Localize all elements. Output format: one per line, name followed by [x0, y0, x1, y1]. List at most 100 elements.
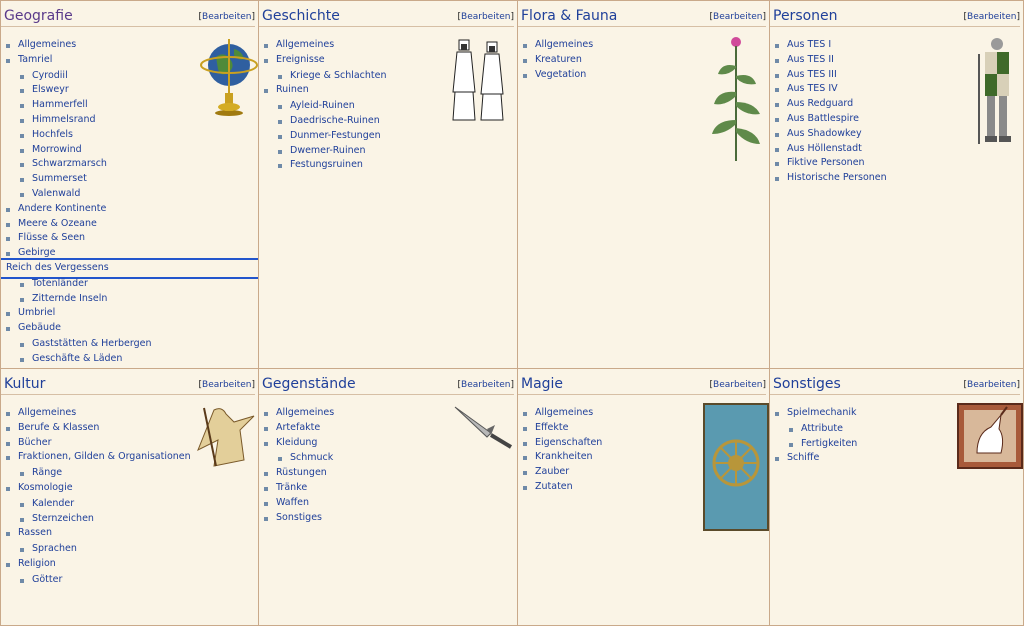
bullet-icon	[6, 222, 10, 227]
category-link[interactable]: Morrowind	[32, 144, 82, 155]
bullet-icon	[20, 502, 24, 507]
category-link[interactable]: Sprachen	[32, 543, 77, 554]
edit-link[interactable]: [Bearbeiten]	[710, 12, 766, 22]
bullet-icon	[20, 118, 24, 123]
bullet-icon	[6, 252, 10, 257]
edit-link[interactable]: [Bearbeiten]	[964, 380, 1020, 390]
category-link[interactable]: Aus TES I	[787, 39, 831, 50]
category-link[interactable]: Berufe & Klassen	[18, 422, 99, 433]
category-link[interactable]: Historische Personen	[787, 172, 887, 183]
subcategory-wrapper: Ayleid-Ruinen Daedrische-Ruinen Dunmer-Fes…	[264, 99, 517, 173]
category-link[interactable]: Aus TES IV	[787, 83, 838, 94]
category-link[interactable]: Hochfels	[32, 129, 73, 140]
category-link[interactable]: Aus TES III	[787, 69, 837, 80]
category-link[interactable]: Rassen	[18, 527, 52, 538]
category-link[interactable]: Eigenschaften	[535, 437, 602, 448]
category-link[interactable]: Umbriel	[18, 307, 55, 318]
category-link[interactable]: Fiktive Personen	[787, 157, 865, 168]
edit-link[interactable]: [Bearbeiten]	[458, 12, 514, 22]
category-link[interactable]: Hammerfell	[32, 99, 88, 110]
edit-link[interactable]: [Bearbeiten]	[199, 12, 255, 22]
list-item: Gaststätten & Herbergen	[20, 337, 258, 352]
category-link[interactable]: Aus Battlespire	[787, 113, 859, 124]
category-link[interactable]: Spielmechanik	[787, 407, 857, 418]
category-link[interactable]: Gebirge	[18, 247, 56, 258]
category-link[interactable]: Geschäfte & Läden	[32, 353, 122, 364]
category-link[interactable]: Kreaturen	[535, 54, 582, 65]
category-link[interactable]: Reich des Vergessens	[6, 262, 109, 273]
category-link[interactable]: Kleidung	[276, 437, 317, 448]
category-link[interactable]: Tränke	[276, 482, 307, 493]
category-link[interactable]: Cyrodiil	[32, 70, 68, 81]
category-link[interactable]: Summerset	[32, 173, 87, 184]
category-link[interactable]: Gebäude	[18, 322, 61, 333]
category-link[interactable]: Allgemeines	[535, 407, 593, 418]
category-link[interactable]: Krankheiten	[535, 451, 593, 462]
category-link[interactable]: Schmuck	[290, 452, 333, 463]
category-link[interactable]: Waffen	[276, 497, 309, 508]
category-link[interactable]: Religion	[18, 558, 56, 569]
category-link[interactable]: Allgemeines	[18, 407, 76, 418]
edit-link[interactable]: [Bearbeiten]	[964, 12, 1020, 22]
category-link[interactable]: Fertigkeiten	[801, 438, 857, 449]
portal-grid: Geografie [Bearbeiten] Allgemeines Tamrie…	[0, 0, 1024, 626]
category-link[interactable]: Meere & Ozeane	[18, 218, 97, 229]
category-link[interactable]: Kriege & Schlachten	[290, 70, 387, 81]
category-link[interactable]: Aus Redguard	[787, 98, 853, 109]
category-link[interactable]: Vegetation	[535, 69, 586, 80]
category-link[interactable]: Flüsse & Seen	[18, 232, 85, 243]
category-link[interactable]: Schwarzmarsch	[32, 158, 107, 169]
edit-link[interactable]: [Bearbeiten]	[199, 380, 255, 390]
category-link[interactable]: Valenwald	[32, 188, 80, 199]
bullet-icon	[523, 73, 527, 78]
category-link[interactable]: Allgemeines	[18, 39, 76, 50]
bullet-icon	[20, 163, 24, 168]
category-link[interactable]: Tamriel	[18, 54, 52, 65]
category-link[interactable]: Allgemeines	[276, 407, 334, 418]
category-link[interactable]: Schiffe	[787, 452, 819, 463]
category-link[interactable]: Aus Höllenstadt	[787, 143, 862, 154]
bullet-icon	[264, 501, 268, 506]
category-link[interactable]: Ränge	[32, 467, 62, 478]
category-link[interactable]: Allgemeines	[276, 39, 334, 50]
category-link[interactable]: Bücher	[18, 437, 52, 448]
category-link[interactable]: Festungsruinen	[290, 159, 363, 170]
category-link[interactable]: Zutaten	[535, 481, 573, 492]
category-link[interactable]: Fraktionen, Gilden & Organisationen	[18, 451, 191, 462]
category-link[interactable]: Daedrische-Ruinen	[290, 115, 380, 126]
bullet-icon	[789, 442, 793, 447]
category-link[interactable]: Ayleid-Ruinen	[290, 100, 355, 111]
category-link[interactable]: Sonstiges	[276, 512, 322, 523]
category-link[interactable]: Zitternde Inseln	[32, 293, 107, 304]
bullet-icon	[264, 44, 268, 48]
category-link[interactable]: Gaststätten & Herbergen	[32, 338, 152, 349]
category-link[interactable]: Himmelsrand	[32, 114, 96, 125]
edit-link[interactable]: [Bearbeiten]	[710, 380, 766, 390]
category-link[interactable]: Kalender	[32, 498, 74, 509]
list-item: Religion	[6, 557, 258, 572]
list-item: Meere & Ozeane	[6, 217, 258, 232]
category-link[interactable]: Attribute	[801, 423, 843, 434]
category-link[interactable]: Dunmer-Festungen	[290, 130, 381, 141]
bullet-icon	[20, 89, 24, 94]
category-link[interactable]: Totenländer	[32, 278, 88, 289]
edit-link[interactable]: [Bearbeiten]	[458, 380, 514, 390]
category-link[interactable]: Aus TES II	[787, 54, 834, 65]
category-link[interactable]: Elsweyr	[32, 84, 69, 95]
category-link[interactable]: Rüstungen	[276, 467, 327, 478]
category-link[interactable]: Allgemeines	[535, 39, 593, 50]
category-link[interactable]: Zauber	[535, 466, 569, 477]
category-link[interactable]: Artefakte	[276, 422, 320, 433]
category-link[interactable]: Effekte	[535, 422, 568, 433]
category-link[interactable]: Ereignisse	[276, 54, 325, 65]
category-link[interactable]: Dwemer-Ruinen	[290, 145, 365, 156]
list-item: Aus Redguard	[775, 97, 1023, 112]
category-link[interactable]: Andere Kontinente	[18, 203, 106, 214]
category-link[interactable]: Aus Shadowkey	[787, 128, 862, 139]
category-link[interactable]: Ruinen	[276, 84, 309, 95]
category-link[interactable]: Kosmologie	[18, 482, 73, 493]
category-link[interactable]: Sternzeichen	[32, 513, 94, 524]
category-link[interactable]: Götter	[32, 574, 62, 585]
bullet-icon	[264, 516, 268, 521]
bullet-icon	[6, 486, 10, 491]
